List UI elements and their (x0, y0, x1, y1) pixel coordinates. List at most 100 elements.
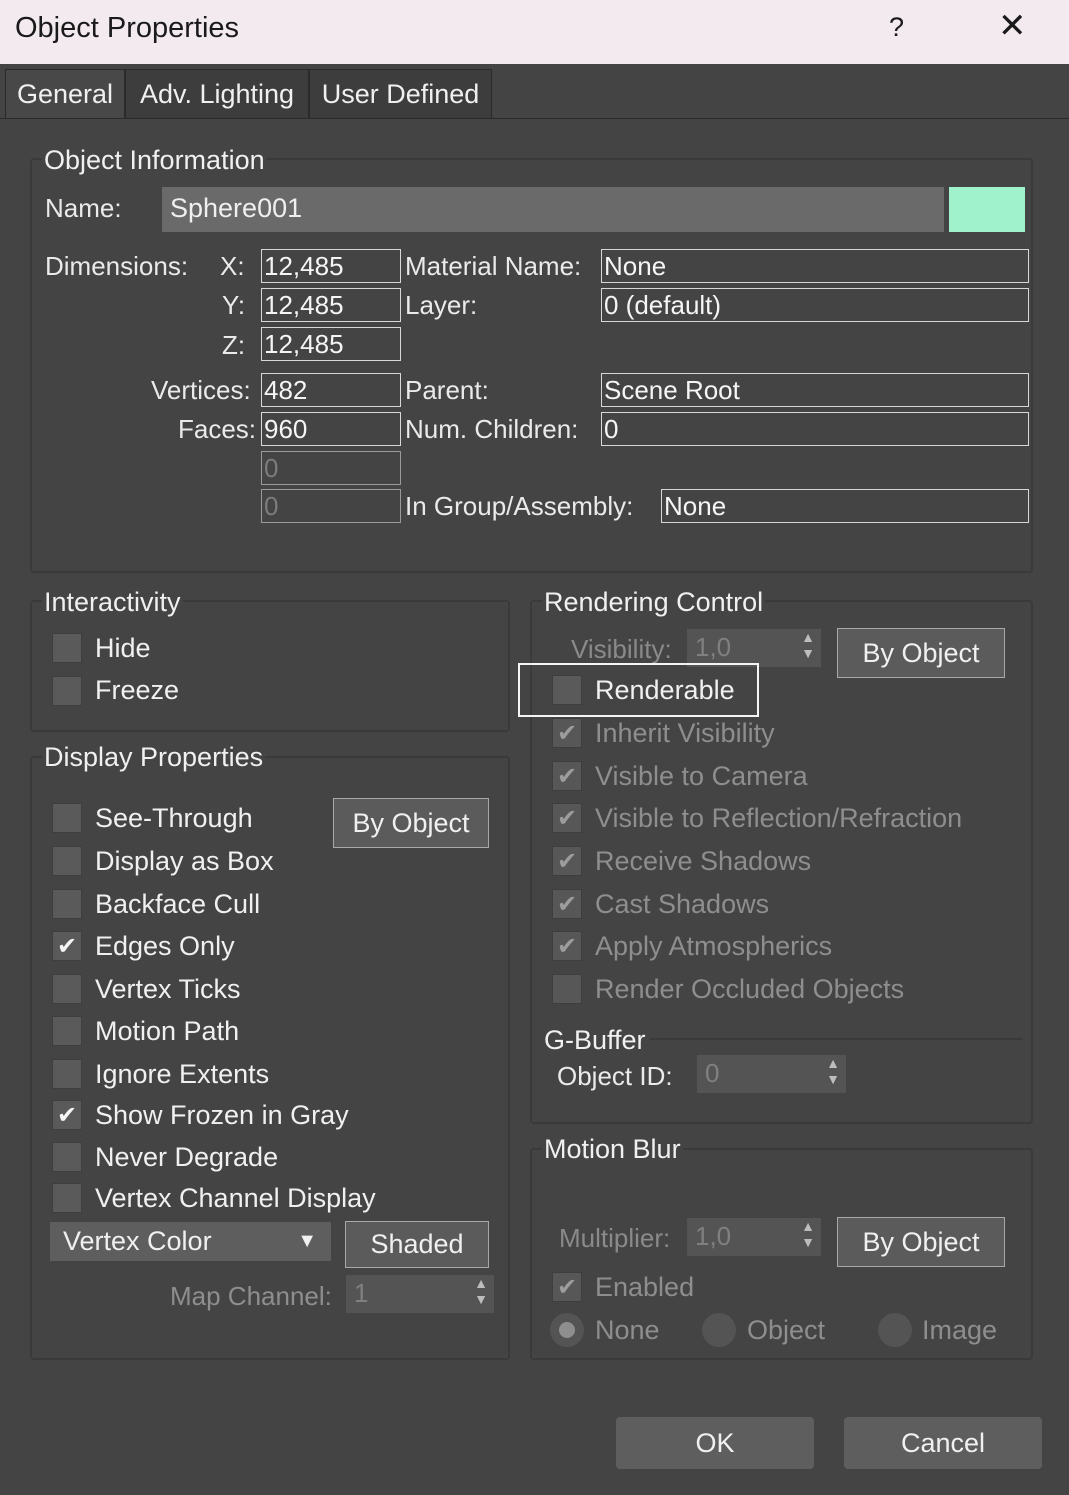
radio-image (878, 1313, 912, 1347)
vertices-field: 482 (261, 373, 401, 407)
object-id-spinner[interactable]: 0 ▲ ▼ (697, 1055, 846, 1093)
gbuffer-title: G-Buffer (542, 1025, 648, 1056)
visible-to-reflection-checkbox: ✔ (552, 803, 582, 833)
backface-cull-checkbox[interactable] (52, 889, 82, 919)
receive-shadows-label: Receive Shadows (595, 846, 812, 876)
hide-label: Hide (95, 633, 151, 663)
vertex-channel-display-checkbox[interactable] (52, 1183, 82, 1213)
motion-blur-title: Motion Blur (542, 1134, 683, 1165)
title-bar: Object Properties ? ✕ (0, 0, 1069, 64)
num-children-label: Num. Children: (405, 414, 579, 444)
tab-adv-lighting[interactable]: Adv. Lighting (125, 69, 309, 119)
vertex-ticks-label: Vertex Ticks (95, 974, 241, 1004)
backface-cull-label: Backface Cull (95, 889, 261, 919)
material-name-field: None (601, 249, 1029, 283)
inherit-visibility-label: Inherit Visibility (595, 718, 775, 748)
visible-to-camera-checkbox: ✔ (552, 761, 582, 791)
faces-label: Faces: (178, 414, 257, 444)
checkmark-icon: ✔ (56, 1102, 78, 1129)
object-id-label: Object ID: (557, 1061, 673, 1091)
num-children-field: 0 (601, 412, 1029, 446)
visibility-label: Visibility: (571, 634, 672, 664)
map-channel-spinner[interactable]: 1 ▲ ▼ (346, 1275, 494, 1313)
shaded-button[interactable]: Shaded (345, 1221, 489, 1268)
hide-checkbox[interactable] (52, 633, 82, 663)
display-by-object-button[interactable]: By Object (333, 798, 489, 848)
tab-general[interactable]: General (5, 69, 125, 119)
renderable-label: Renderable (595, 675, 735, 705)
checkmark-icon: ✔ (56, 933, 78, 960)
map-channel-label: Map Channel: (170, 1281, 332, 1311)
vertices-label: Vertices: (151, 375, 251, 405)
spinner-arrows-icon[interactable]: ▲ ▼ (801, 1218, 815, 1250)
edges-only-checkbox[interactable]: ✔ (52, 931, 82, 961)
z-dimension-field: 12,485 (261, 327, 401, 361)
visible-to-camera-label: Visible to Camera (595, 761, 808, 791)
window-title: Object Properties (15, 12, 240, 44)
close-icon[interactable]: ✕ (998, 8, 1027, 44)
tab-divider (0, 118, 1069, 119)
object-color-swatch[interactable] (949, 187, 1025, 232)
motion-path-checkbox[interactable] (52, 1016, 82, 1046)
display-as-box-label: Display as Box (95, 846, 274, 876)
spinner-arrows-icon[interactable]: ▲ ▼ (474, 1275, 488, 1307)
multiplier-spinner[interactable]: 1,0 ▲ ▼ (687, 1218, 821, 1256)
freeze-label: Freeze (95, 675, 180, 705)
display-properties-title: Display Properties (42, 742, 266, 773)
cast-shadows-label: Cast Shadows (595, 889, 770, 919)
checkmark-icon: ✔ (556, 848, 578, 875)
renderable-checkbox[interactable] (552, 675, 582, 705)
group-assembly-label: In Group/Assembly: (405, 491, 634, 521)
vertex-ticks-checkbox[interactable] (52, 974, 82, 1004)
receive-shadows-checkbox: ✔ (552, 846, 582, 876)
tab-user-defined[interactable]: User Defined (309, 69, 492, 119)
apply-atmospherics-label: Apply Atmospherics (595, 931, 833, 961)
see-through-label: See-Through (95, 803, 253, 833)
visibility-value: 1,0 (695, 632, 732, 662)
show-frozen-gray-label: Show Frozen in Gray (95, 1100, 349, 1130)
x-label: X: (220, 251, 245, 281)
dimensions-label: Dimensions: (45, 251, 189, 281)
ok-button[interactable]: OK (616, 1417, 814, 1469)
motion-blur-enabled-checkbox: ✔ (552, 1272, 582, 1302)
motion-blur-by-object-button[interactable]: By Object (837, 1217, 1005, 1267)
spinner-arrows-icon[interactable]: ▲ ▼ (826, 1055, 840, 1087)
apply-atmospherics-checkbox: ✔ (552, 931, 582, 961)
radio-image-label: Image (922, 1315, 998, 1345)
checkmark-icon: ✔ (556, 933, 578, 960)
radio-object (702, 1313, 736, 1347)
interactivity-title: Interactivity (42, 587, 183, 618)
y-dimension-field: 12,485 (261, 288, 401, 322)
rendering-control-title: Rendering Control (542, 587, 766, 618)
show-frozen-gray-checkbox[interactable]: ✔ (52, 1100, 82, 1130)
vertex-channel-display-label: Vertex Channel Display (95, 1183, 376, 1213)
never-degrade-label: Never Degrade (95, 1142, 279, 1172)
edges-only-label: Edges Only (95, 931, 235, 961)
ignore-extents-label: Ignore Extents (95, 1059, 270, 1089)
cast-shadows-checkbox: ✔ (552, 889, 582, 919)
layer-label: Layer: (405, 290, 478, 320)
render-occluded-checkbox (552, 974, 582, 1004)
faces-field: 960 (261, 412, 401, 446)
gbuffer-separator (650, 1038, 1023, 1040)
see-through-checkbox[interactable] (52, 803, 82, 833)
visibility-spinner[interactable]: 1,0 ▲ ▼ (687, 629, 821, 667)
display-as-box-checkbox[interactable] (52, 846, 82, 876)
y-label: Y: (222, 290, 246, 320)
object-id-value: 0 (705, 1058, 720, 1088)
visible-to-reflection-label: Visible to Reflection/Refraction (595, 803, 963, 833)
caret-down-icon: ▼ (297, 1230, 317, 1252)
help-icon[interactable]: ? (889, 12, 904, 43)
rendering-by-object-button[interactable]: By Object (837, 628, 1005, 678)
cancel-button[interactable]: Cancel (844, 1417, 1042, 1469)
name-input[interactable]: Sphere001 (162, 187, 944, 232)
interactivity-group (30, 600, 510, 732)
freeze-checkbox[interactable] (52, 676, 82, 706)
ignore-extents-checkbox[interactable] (52, 1059, 82, 1089)
vertex-color-dropdown[interactable]: Vertex Color ▼ (50, 1222, 331, 1261)
multiplier-value: 1,0 (695, 1221, 732, 1251)
spinner-arrows-icon[interactable]: ▲ ▼ (801, 629, 815, 661)
motion-path-label: Motion Path (95, 1016, 240, 1046)
map-channel-value: 1 (354, 1278, 369, 1308)
never-degrade-checkbox[interactable] (52, 1142, 82, 1172)
